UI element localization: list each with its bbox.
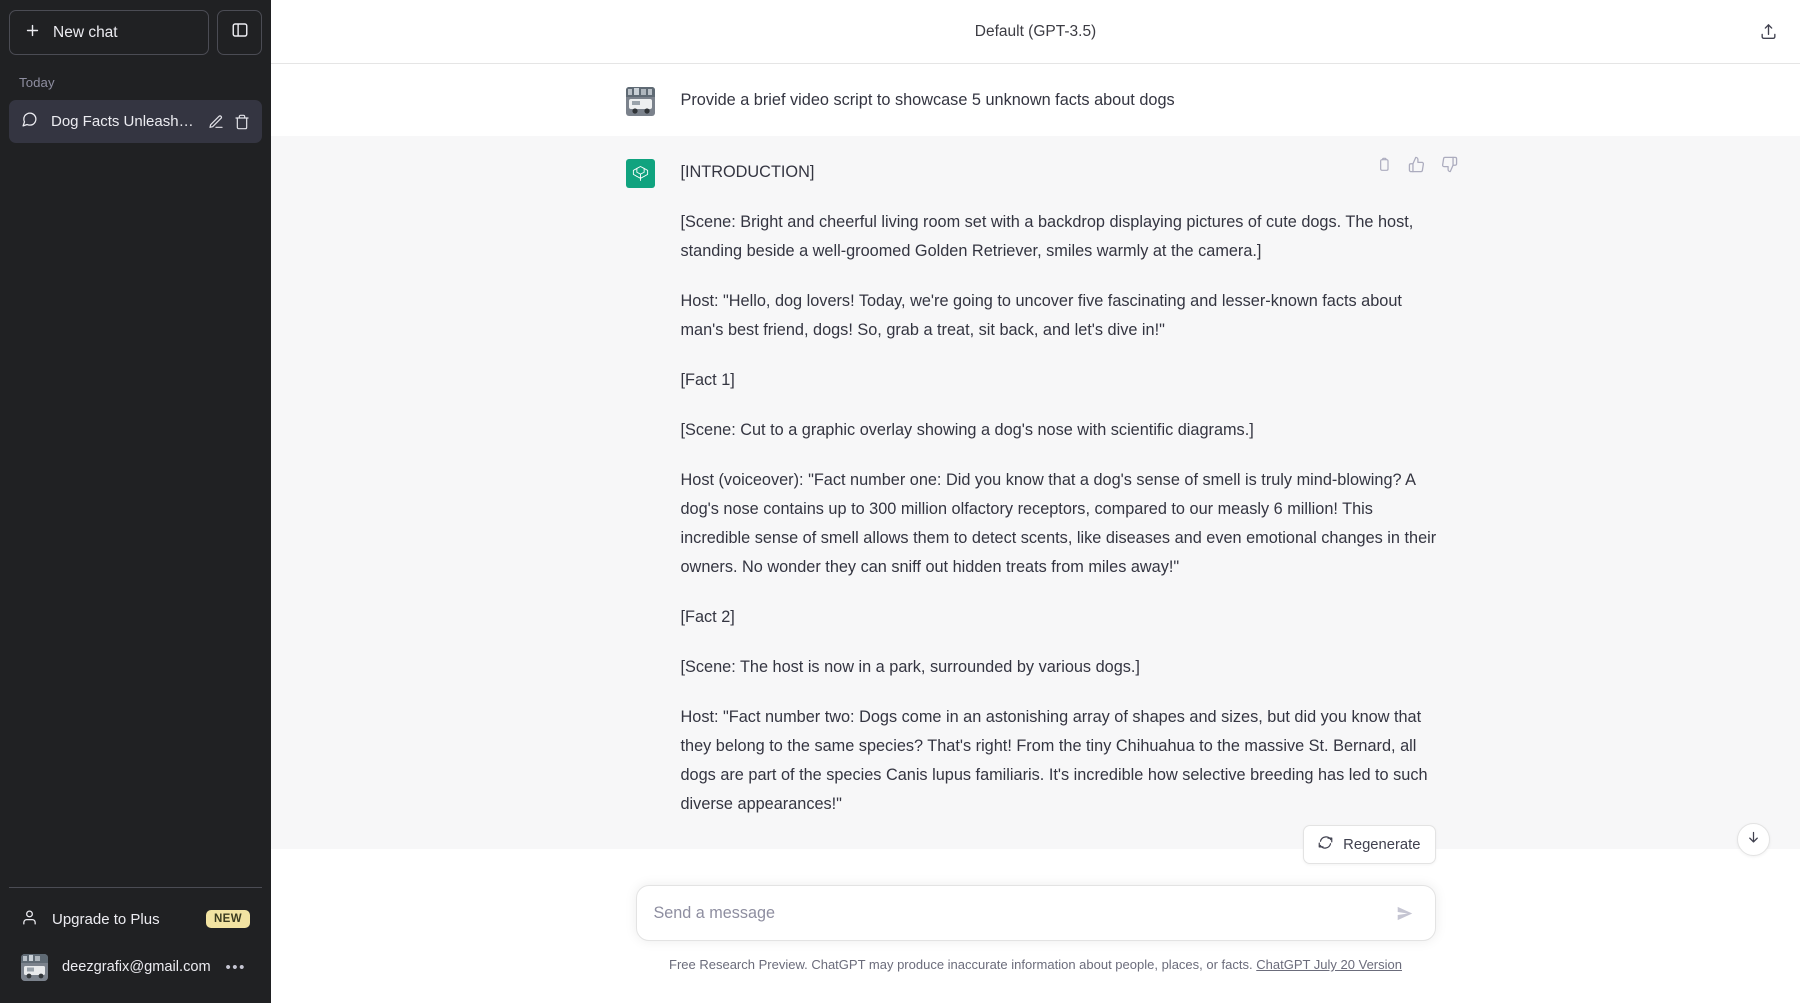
chat-history-list: Dog Facts Unleashed — [9, 100, 262, 143]
message-user: Provide a brief video script to showcase… — [271, 64, 1800, 136]
message-input[interactable] — [653, 903, 1391, 923]
sidebar-section-label: Today — [19, 75, 55, 90]
trash-icon[interactable] — [234, 114, 250, 130]
conversation-thread[interactable]: Provide a brief video script to showcase… — [271, 64, 1800, 871]
pencil-icon[interactable] — [208, 114, 224, 130]
chat-item-actions — [208, 114, 250, 130]
assistant-message-body: [INTRODUCTION] [Scene: Bright and cheerf… — [681, 158, 1446, 819]
account-menu-button[interactable]: deezgrafix@gmail.com ••• — [9, 943, 262, 991]
avatar — [21, 953, 48, 981]
new-chat-button[interactable]: New chat — [9, 10, 209, 55]
user-message-text: Provide a brief video script to showcase… — [680, 91, 1175, 109]
message-assistant: [INTRODUCTION] [Scene: Bright and cheerf… — [271, 136, 1800, 849]
message-action-bar — [1376, 156, 1458, 173]
assistant-paragraph: [INTRODUCTION] — [680, 163, 815, 181]
regenerate-label: Regenerate — [1343, 836, 1421, 853]
person-icon — [21, 909, 38, 930]
sidebar: New chat Today Dog Facts Unleashed Upgra… — [0, 0, 271, 1003]
footer-disclaimer: Free Research Preview. ChatGPT may produ… — [271, 957, 1800, 972]
upgrade-to-plus-label: Upgrade to Plus — [52, 910, 160, 928]
message-composer[interactable] — [635, 885, 1436, 941]
upgrade-to-plus-button[interactable]: Upgrade to Plus NEW — [9, 895, 262, 943]
model-title: Default (GPT-3.5) — [974, 22, 1097, 40]
composer-area: Regenerate F — [271, 823, 1800, 1003]
user-avatar — [625, 87, 655, 116]
top-bar: Default (GPT-3.5) — [271, 0, 1800, 64]
chat-bubble-icon — [21, 111, 38, 132]
sidebar-toggle-button[interactable] — [217, 10, 262, 55]
account-more-icon[interactable]: ••• — [225, 959, 250, 976]
assistant-paragraph: [Fact 2] — [680, 608, 735, 626]
main-panel: Default (GPT-3.5) Provide a brief video … — [271, 0, 1800, 1003]
assistant-paragraph: Host: "Fact number two: Dogs come in an … — [680, 708, 1433, 813]
arrow-down-icon — [1746, 830, 1761, 850]
sidebar-toggle-icon — [231, 21, 249, 44]
scroll-to-bottom-button[interactable] — [1737, 823, 1770, 856]
share-upload-icon[interactable] — [1759, 22, 1778, 41]
account-email: deezgrafix@gmail.com — [62, 959, 211, 975]
version-link[interactable]: ChatGPT July 20 Version — [1256, 957, 1402, 972]
send-button[interactable] — [1391, 900, 1418, 927]
chatgpt-avatar — [625, 159, 655, 188]
user-message-body: Provide a brief video script to showcase… — [681, 86, 1446, 116]
new-badge: NEW — [205, 910, 250, 928]
thumbs-up-icon[interactable] — [1408, 156, 1425, 173]
disclaimer-text: Free Research Preview. ChatGPT may produ… — [669, 957, 1253, 972]
copy-icon[interactable] — [1376, 157, 1392, 173]
plus-icon — [24, 22, 41, 44]
assistant-paragraph: Host (voiceover): "Fact number one: Did … — [680, 471, 1441, 576]
thumbs-down-icon[interactable] — [1441, 156, 1458, 173]
regenerate-button[interactable]: Regenerate — [1303, 825, 1436, 864]
new-chat-label: New chat — [53, 23, 118, 41]
chat-list-item[interactable]: Dog Facts Unleashed — [9, 100, 262, 143]
chatgpt-app: New chat Today Dog Facts Unleashed Upgra… — [0, 0, 1800, 1003]
assistant-paragraph: [Fact 1] — [680, 371, 735, 389]
assistant-paragraph: [Scene: Bright and cheerful living room … — [680, 213, 1418, 260]
refresh-icon — [1318, 835, 1333, 854]
sidebar-footer: Upgrade to Plus NEW deezgrafix@gmail.com… — [9, 887, 262, 1003]
assistant-paragraph: [Scene: Cut to a graphic overlay showing… — [680, 421, 1254, 439]
chat-list-item-title: Dog Facts Unleashed — [51, 113, 195, 130]
assistant-paragraph: Host: "Hello, dog lovers! Today, we're g… — [680, 292, 1407, 339]
assistant-paragraph: [Scene: The host is now in a park, surro… — [680, 658, 1140, 676]
sidebar-top-controls: New chat — [9, 10, 262, 55]
